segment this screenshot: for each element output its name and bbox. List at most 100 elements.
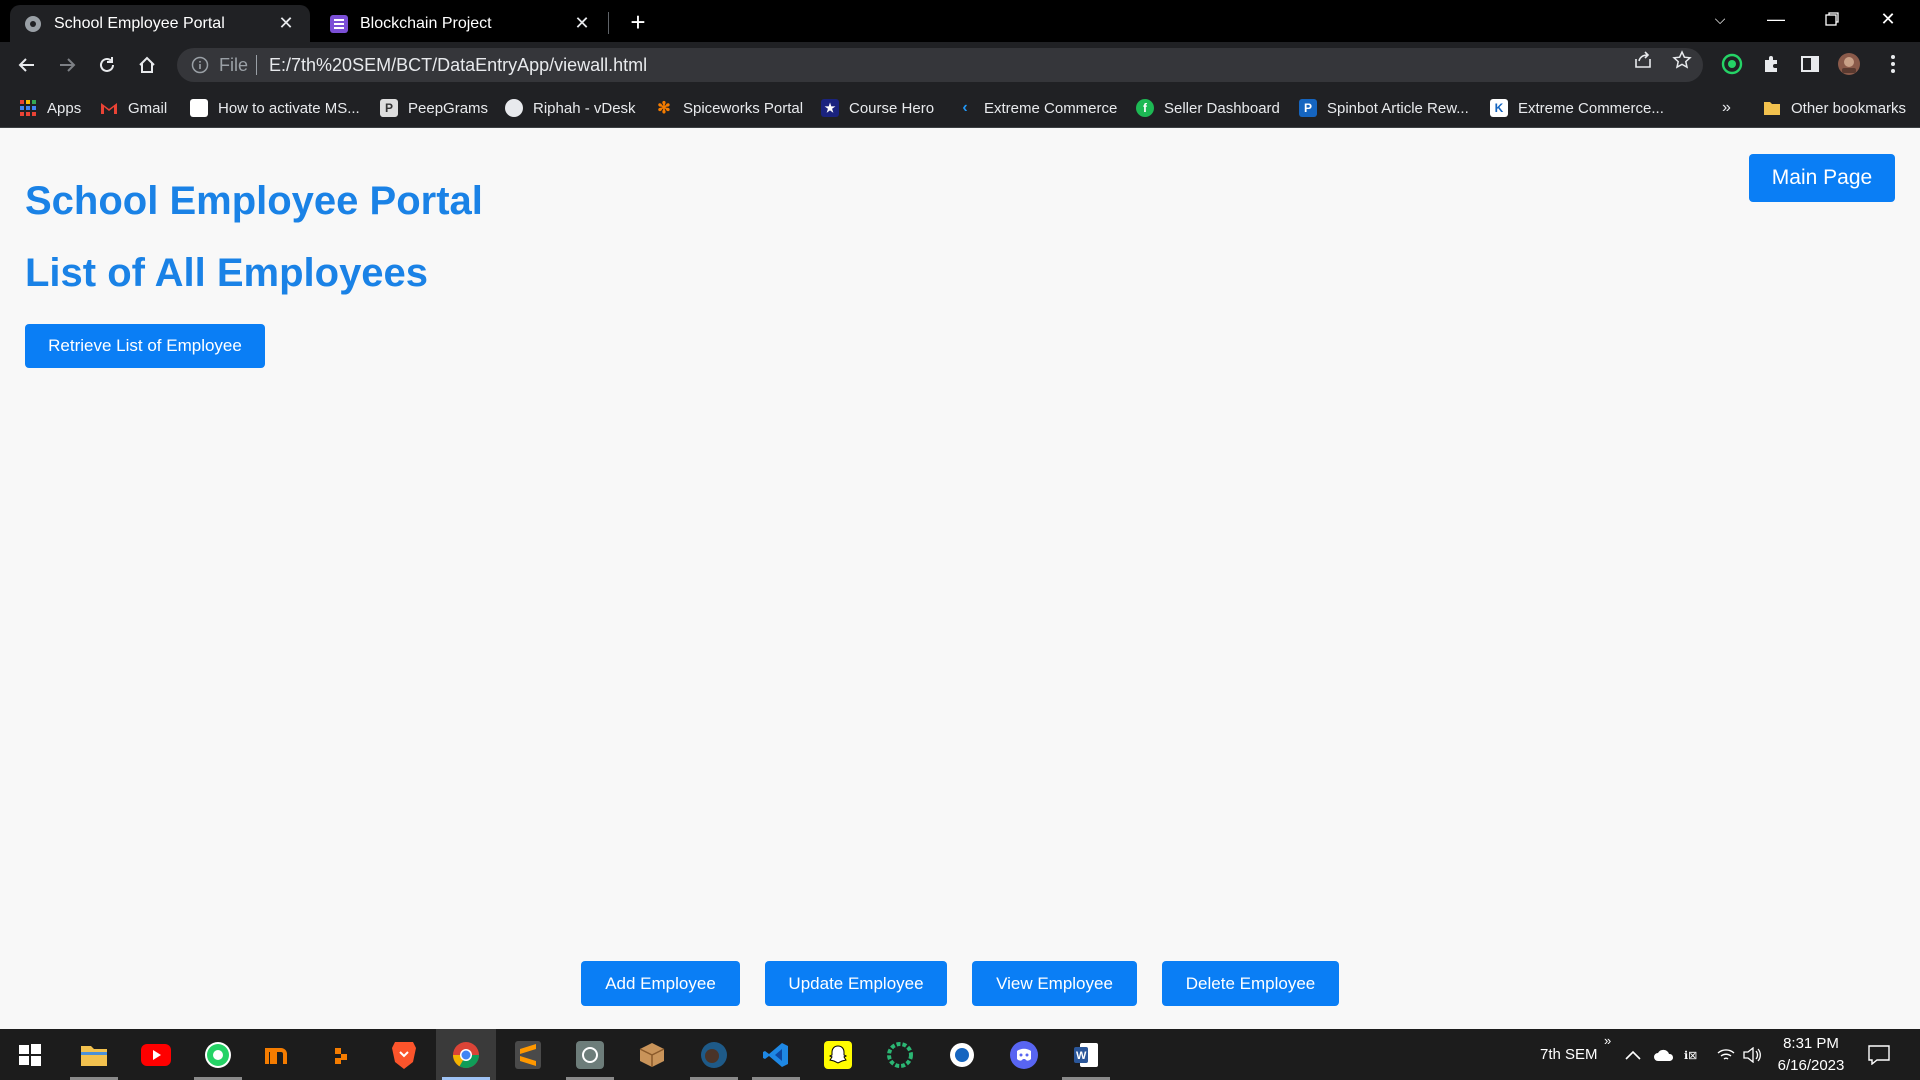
tab-search-icon[interactable]: ⌵ xyxy=(1692,0,1748,38)
browser-tab-strip: School Employee Portal ✕ Blockchain Proj… xyxy=(0,0,1920,42)
url-text[interactable]: E:/7th%20SEM/BCT/DataEntryApp/viewall.ht… xyxy=(269,55,1703,76)
notifications-icon[interactable] xyxy=(1868,1029,1890,1080)
retrieve-employees-button[interactable]: Retrieve List of Employee xyxy=(25,324,265,368)
app-avatar-icon[interactable] xyxy=(684,1029,744,1080)
file-explorer-icon[interactable] xyxy=(64,1029,124,1080)
bookmark-peepgrams[interactable]: P PeepGrams xyxy=(380,96,488,120)
page-title: School Employee Portal xyxy=(25,179,483,223)
discord-icon[interactable] xyxy=(994,1029,1054,1080)
snapchat-icon[interactable] xyxy=(808,1029,868,1080)
share-icon[interactable] xyxy=(1632,49,1654,71)
coursehero-icon: ★ xyxy=(821,99,839,117)
view-employee-button[interactable]: View Employee xyxy=(972,961,1137,1006)
windows-taskbar: W 7th SEM » ℹ⊠ 8:31 PM 6/16/2023 xyxy=(0,1029,1920,1080)
globe-icon xyxy=(505,99,523,117)
forward-icon[interactable] xyxy=(52,50,82,80)
bookmark-label: Riphah - vDesk xyxy=(533,99,636,117)
show-hidden-icons-icon[interactable] xyxy=(1625,1029,1641,1080)
page-icon xyxy=(190,99,208,117)
address-bar[interactable]: File E:/7th%20SEM/BCT/DataEntryApp/viewa… xyxy=(177,48,1703,82)
whatsapp-icon[interactable] xyxy=(188,1029,248,1080)
system-clock[interactable]: 8:31 PM 6/16/2023 xyxy=(1766,1033,1856,1077)
clock-date: 6/16/2023 xyxy=(1777,1057,1845,1074)
section-heading: List of All Employees xyxy=(25,251,429,295)
close-icon[interactable]: ✕ xyxy=(276,13,296,34)
bookmark-apps[interactable]: Apps xyxy=(19,96,81,120)
app-white-circle-icon[interactable] xyxy=(932,1029,992,1080)
tab-school-employee-portal[interactable]: School Employee Portal ✕ xyxy=(10,5,310,42)
bookmarks-bar: Apps Gmail How to activate MS... P PeepG… xyxy=(0,88,1920,128)
word-icon[interactable]: W xyxy=(1056,1029,1116,1080)
tab-title: Blockchain Project xyxy=(360,14,492,32)
bookmark-riphah-vdesk[interactable]: Riphah - vDesk xyxy=(505,96,636,120)
bookmark-extreme-commerce[interactable]: ‹ Extreme Commerce xyxy=(956,96,1117,120)
gmail-icon xyxy=(100,99,118,117)
home-icon[interactable] xyxy=(132,50,162,80)
tray-overflow-chevron[interactable]: » xyxy=(1604,1015,1611,1066)
menu-kebab-icon[interactable] xyxy=(1879,50,1907,78)
bookmark-how-to-activate[interactable]: How to activate MS... xyxy=(190,96,360,120)
new-tab-icon[interactable]: + xyxy=(624,7,652,37)
svg-text:ℹ⊠: ℹ⊠ xyxy=(1684,1050,1697,1062)
bookmark-spiceworks[interactable]: ✻ Spiceworks Portal xyxy=(655,96,803,120)
bookmark-extreme-commerce-2[interactable]: K Extreme Commerce... xyxy=(1490,96,1664,120)
bookmark-label: Extreme Commerce... xyxy=(1518,99,1664,117)
onedrive-cloud-icon[interactable] xyxy=(1653,1029,1675,1080)
bookmark-label: Spiceworks Portal xyxy=(683,99,804,117)
tray-folder-label[interactable]: 7th SEM xyxy=(1540,1029,1598,1080)
list-icon xyxy=(330,14,348,33)
bookmark-course-hero[interactable]: ★ Course Hero xyxy=(821,96,934,120)
globe-icon xyxy=(25,15,41,32)
side-panel-icon[interactable] xyxy=(1796,50,1824,78)
bookmark-seller-dashboard[interactable]: f Seller Dashboard xyxy=(1136,96,1280,120)
update-employee-button[interactable]: Update Employee xyxy=(765,961,947,1006)
extreme-commerce-icon: K xyxy=(1490,99,1508,117)
whatsapp-icon[interactable] xyxy=(1718,50,1746,78)
apps-grid-icon xyxy=(19,99,37,117)
app-gray-icon[interactable] xyxy=(560,1029,620,1080)
add-employee-button[interactable]: Add Employee xyxy=(581,961,740,1006)
page-content: School Employee Portal List of All Emplo… xyxy=(0,129,1920,1029)
tab-blockchain-project[interactable]: Blockchain Project ✕ xyxy=(316,5,606,42)
tab-separator xyxy=(608,12,609,34)
spiceworks-icon: ✻ xyxy=(657,100,671,117)
scheme-label: File xyxy=(219,54,249,75)
bookmark-spinbot[interactable]: P Spinbot Article Rew... xyxy=(1299,96,1469,120)
sublime-icon[interactable] xyxy=(498,1029,558,1080)
bookmarks-overflow-button[interactable]: » xyxy=(1722,96,1731,120)
restore-icon[interactable] xyxy=(1804,0,1860,38)
brave-icon[interactable] xyxy=(374,1029,434,1080)
reload-icon[interactable] xyxy=(92,50,122,80)
window-close-icon[interactable]: ✕ xyxy=(1860,0,1916,38)
start-windows-icon[interactable] xyxy=(0,1029,60,1080)
main-page-button[interactable]: Main Page xyxy=(1749,154,1895,202)
virtualbox-icon[interactable] xyxy=(622,1029,682,1080)
extreme-commerce-icon: ‹ xyxy=(962,99,968,116)
chrome-icon[interactable] xyxy=(436,1029,496,1080)
volume-icon[interactable] xyxy=(1742,1029,1762,1080)
back-icon[interactable] xyxy=(12,50,42,80)
avatar[interactable] xyxy=(1835,50,1863,78)
app-m-icon[interactable] xyxy=(250,1029,310,1080)
bookmark-label: Seller Dashboard xyxy=(1164,99,1280,117)
extensions-icon[interactable] xyxy=(1757,50,1785,78)
close-icon[interactable]: ✕ xyxy=(572,13,592,34)
bookmark-gmail[interactable]: Gmail xyxy=(100,96,167,120)
keyboard-ime-icon[interactable]: ℹ⊠ xyxy=(1684,1029,1706,1080)
info-icon[interactable] xyxy=(191,56,209,74)
delete-employee-button[interactable]: Delete Employee xyxy=(1162,961,1339,1006)
bookmark-label: Extreme Commerce xyxy=(984,99,1118,117)
bookmark-label: Other bookmarks xyxy=(1791,99,1907,117)
app-orange-icon[interactable] xyxy=(312,1029,372,1080)
other-bookmarks[interactable]: Other bookmarks xyxy=(1763,96,1906,120)
seller-icon: f xyxy=(1136,99,1154,117)
vscode-icon[interactable] xyxy=(746,1029,806,1080)
youtube-icon[interactable] xyxy=(126,1029,186,1080)
star-icon[interactable] xyxy=(1671,49,1693,71)
wifi-icon[interactable] xyxy=(1716,1029,1736,1080)
app-green-ring-icon[interactable] xyxy=(870,1029,930,1080)
bookmark-label: Course Hero xyxy=(849,99,935,117)
spinbot-icon: P xyxy=(1299,99,1317,117)
browser-toolbar: File E:/7th%20SEM/BCT/DataEntryApp/viewa… xyxy=(0,42,1920,88)
minimize-icon[interactable]: — xyxy=(1748,0,1804,38)
